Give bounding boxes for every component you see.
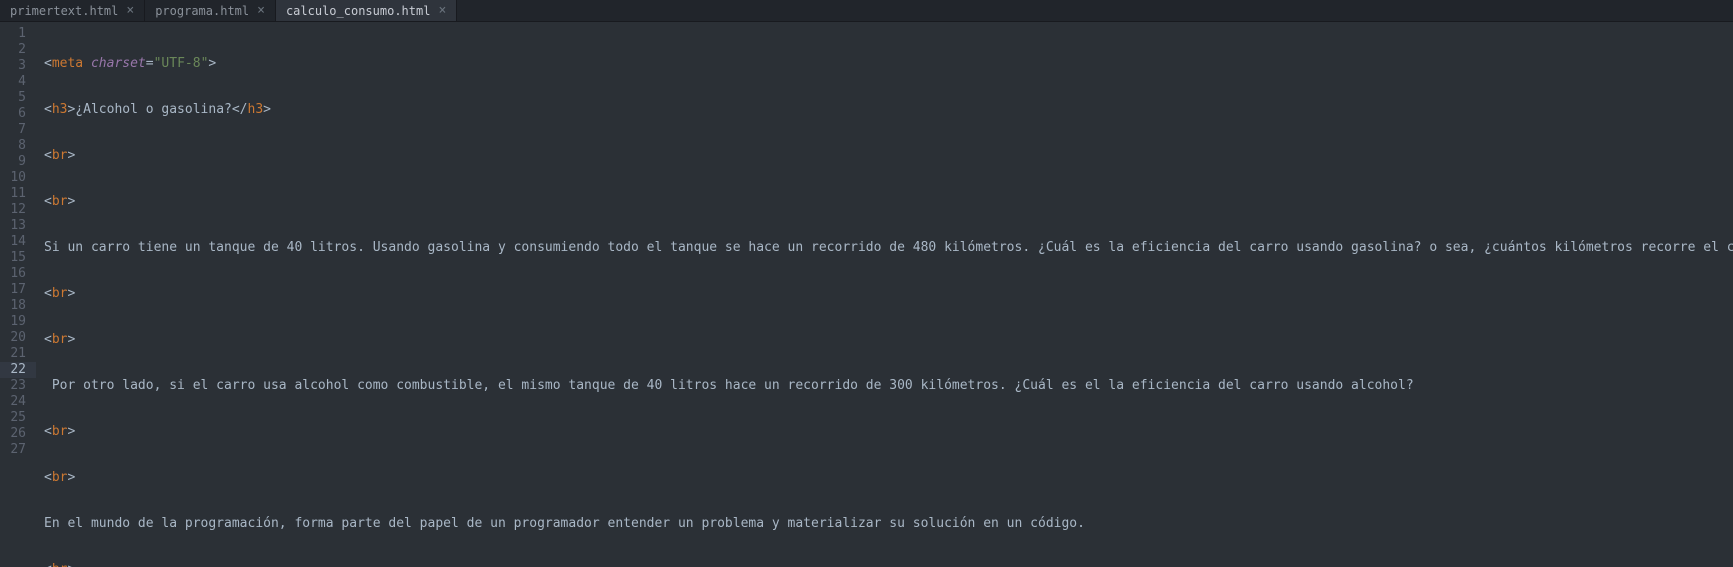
tab-bar: primertext.html × programa.html × calcul… — [0, 0, 1733, 22]
code-line: <br> — [36, 286, 1733, 302]
editor[interactable]: 1234 5678 9101112 13141516 17181920 2122… — [0, 22, 1733, 567]
code-line: Por otro lado, si el carro usa alcohol c… — [36, 378, 1733, 394]
code-line: <h3>¿Alcohol o gasolina?</h3> — [36, 102, 1733, 118]
tab-programa[interactable]: programa.html × — [145, 0, 276, 21]
tab-label: primertext.html — [10, 4, 118, 18]
code-line: <br> — [36, 470, 1733, 486]
tab-calculo-consumo[interactable]: calculo_consumo.html × — [276, 0, 457, 21]
code-line: Si un carro tiene un tanque de 40 litros… — [36, 240, 1733, 256]
close-icon[interactable]: × — [257, 3, 265, 18]
code-line: En el mundo de la programación, forma pa… — [36, 516, 1733, 532]
code-line: <br> — [36, 424, 1733, 440]
tab-label: programa.html — [155, 4, 249, 18]
code-line: <br> — [36, 332, 1733, 348]
tab-primertext[interactable]: primertext.html × — [0, 0, 145, 21]
close-icon[interactable]: × — [126, 3, 134, 18]
code-area[interactable]: <meta charset="UTF-8"> <h3>¿Alcohol o ga… — [36, 22, 1733, 567]
tab-label: calculo_consumo.html — [286, 4, 431, 18]
close-icon[interactable]: × — [438, 3, 446, 18]
code-line: <br> — [36, 148, 1733, 164]
line-gutter: 1234 5678 9101112 13141516 17181920 2122… — [0, 22, 36, 567]
code-line: <meta charset="UTF-8"> — [36, 56, 1733, 72]
code-line: <br> — [36, 194, 1733, 210]
code-line: <br> — [36, 562, 1733, 567]
